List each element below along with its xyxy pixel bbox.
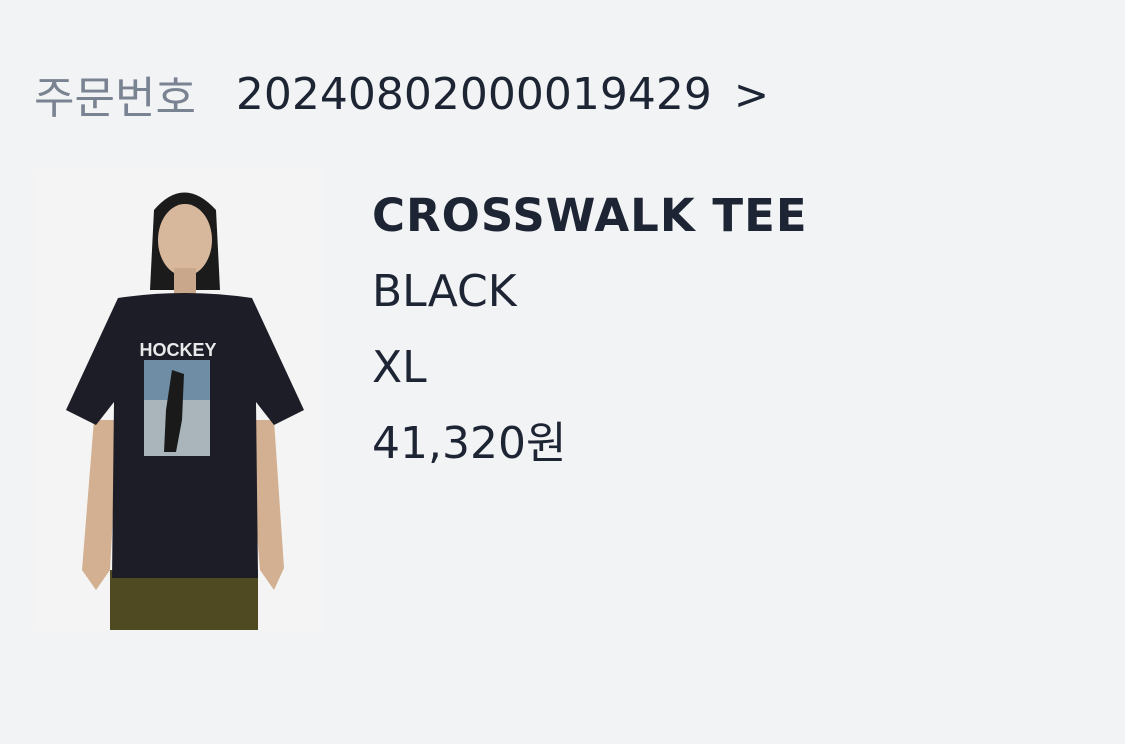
product-color: BLACK: [372, 266, 517, 317]
order-number-link[interactable]: 20240802000019429 >: [236, 69, 769, 120]
order-number-row: 주문번호 20240802000019429 >: [34, 64, 769, 125]
product-info: CROSSWALK TEE BLACK XL 41,320원: [372, 170, 808, 630]
shirt-print-text: HOCKEY: [139, 340, 216, 360]
order-number-value: 20240802000019429: [235, 68, 712, 120]
order-item-card: 주문번호 20240802000019429 > HOCKEY CROSSWAL…: [0, 0, 1125, 744]
product-image[interactable]: HOCKEY: [34, 170, 324, 630]
chevron-right-icon: >: [733, 69, 770, 119]
order-number-label: 주문번호: [34, 73, 196, 124]
product-size: XL: [372, 342, 427, 393]
product-price: 41,320원: [372, 418, 567, 469]
product-name[interactable]: CROSSWALK TEE: [372, 178, 808, 254]
product-row: HOCKEY CROSSWALK TEE BLACK XL 41,320원: [34, 170, 808, 630]
model-photo: HOCKEY: [34, 170, 324, 630]
